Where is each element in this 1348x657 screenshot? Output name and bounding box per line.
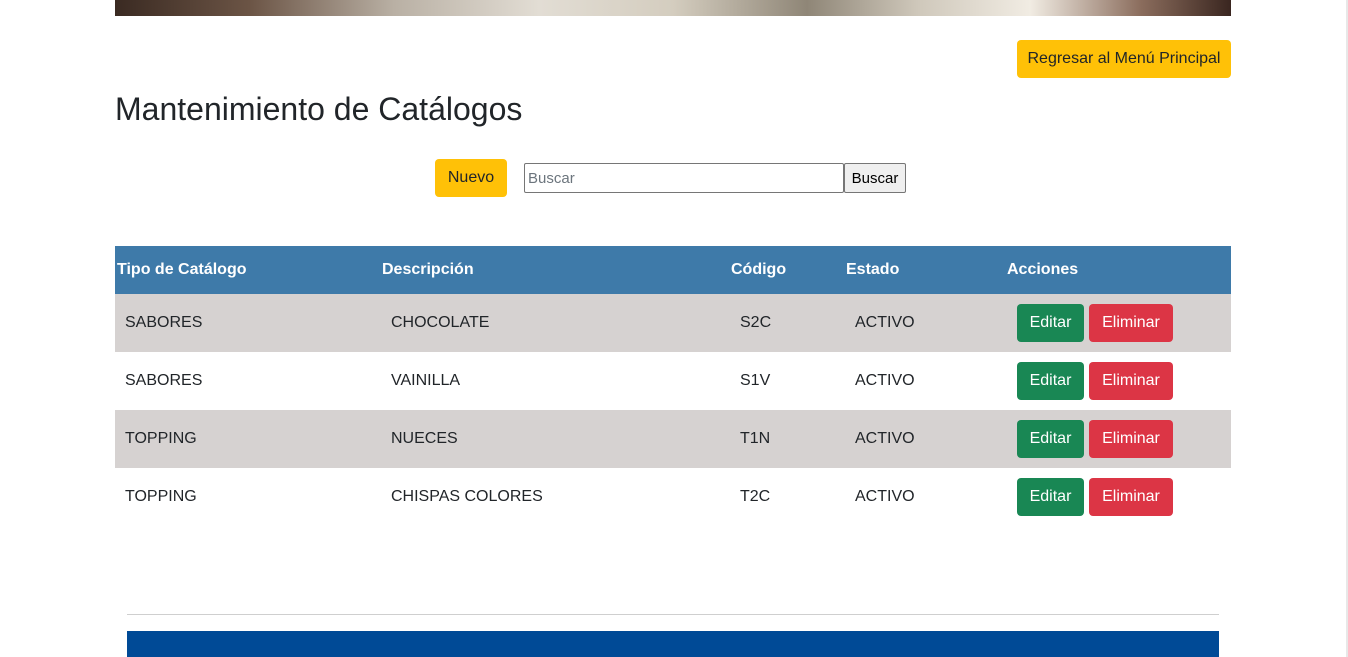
edit-button[interactable]: Editar <box>1017 304 1084 342</box>
cell-descripcion: CHOCOLATE <box>391 314 490 331</box>
search-input[interactable] <box>524 163 844 193</box>
cell-descripcion: VAINILLA <box>391 372 461 389</box>
search-button[interactable]: Buscar <box>844 163 906 193</box>
edit-button[interactable]: Editar <box>1017 478 1084 516</box>
table-row: TOPPING CHISPAS COLORES T2C ACTIVO Edita… <box>115 468 1231 526</box>
cell-codigo: S2C <box>740 314 772 331</box>
delete-button[interactable]: Eliminar <box>1089 362 1173 400</box>
catalog-table: Tipo de Catálogo Descripción Código Esta… <box>115 246 1231 526</box>
back-to-main-menu-button[interactable]: Regresar al Menú Principal <box>1017 40 1231 78</box>
header-banner-image <box>115 0 1231 16</box>
column-header-estado: Estado <box>846 261 900 278</box>
footer-bar <box>127 631 1219 657</box>
cell-tipo: TOPPING <box>125 430 197 447</box>
footer-divider <box>127 614 1219 615</box>
cell-tipo: TOPPING <box>125 488 197 505</box>
column-header-tipo: Tipo de Catálogo <box>117 261 247 278</box>
edit-button[interactable]: Editar <box>1017 362 1084 400</box>
column-header-acciones: Acciones <box>1007 261 1079 278</box>
new-button[interactable]: Nuevo <box>435 159 507 197</box>
edit-button[interactable]: Editar <box>1017 420 1084 458</box>
table-row: TOPPING NUECES T1N ACTIVO Editar Elimina… <box>115 410 1231 468</box>
cell-estado: ACTIVO <box>855 488 915 505</box>
column-header-codigo: Código <box>731 261 787 278</box>
cell-descripcion: CHISPAS COLORES <box>391 488 543 505</box>
table-header: Tipo de Catálogo Descripción Código Esta… <box>115 246 1231 294</box>
delete-button[interactable]: Eliminar <box>1089 478 1173 516</box>
cell-tipo: SABORES <box>125 314 203 331</box>
cell-codigo: S1V <box>740 372 771 389</box>
cell-estado: ACTIVO <box>855 430 915 447</box>
table-row: SABORES CHOCOLATE S2C ACTIVO Editar Elim… <box>115 294 1231 352</box>
cell-estado: ACTIVO <box>855 314 915 331</box>
delete-button[interactable]: Eliminar <box>1089 420 1173 458</box>
cell-estado: ACTIVO <box>855 372 915 389</box>
cell-descripcion: NUECES <box>391 430 458 447</box>
column-header-descripcion: Descripción <box>382 261 474 278</box>
page-title: Mantenimiento de Catálogos <box>115 91 523 127</box>
cell-codigo: T1N <box>740 430 771 447</box>
table-row: SABORES VAINILLA S1V ACTIVO Editar Elimi… <box>115 352 1231 410</box>
delete-button[interactable]: Eliminar <box>1089 304 1173 342</box>
cell-tipo: SABORES <box>125 372 203 389</box>
cell-codigo: T2C <box>740 488 771 505</box>
